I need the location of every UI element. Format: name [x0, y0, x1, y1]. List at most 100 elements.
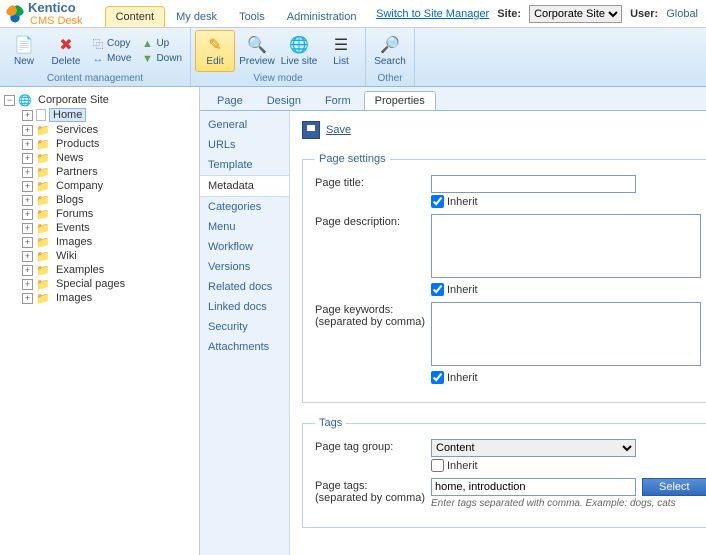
expand-icon[interactable]: + — [22, 153, 33, 164]
side-item-categories[interactable]: Categories — [200, 197, 289, 217]
tree-node[interactable]: +📁Services — [22, 123, 195, 137]
subtab-design[interactable]: Design — [256, 91, 312, 110]
page-desc-inherit-checkbox[interactable] — [431, 283, 444, 296]
search-icon: 🔎 — [380, 35, 400, 55]
page-keywords-inherit[interactable]: Inherit — [431, 371, 701, 384]
side-item-versions[interactable]: Versions — [200, 257, 289, 277]
up-icon: ▲ — [141, 38, 153, 50]
expand-icon[interactable]: + — [22, 293, 33, 304]
ribbon-group-view-mode: ✎Edit 🔍Preview 🌐Live site ☰List View mod… — [191, 28, 366, 86]
list-icon: ☰ — [331, 35, 351, 55]
tree-node[interactable]: +📁Images — [22, 235, 195, 249]
page-desc-input[interactable] — [431, 214, 701, 278]
tab-content[interactable]: Content — [105, 6, 166, 27]
list-button[interactable]: ☰List — [321, 30, 361, 72]
move-button[interactable]: ↔Move — [88, 52, 135, 66]
switch-to-site-manager-link[interactable]: Switch to Site Manager — [376, 8, 489, 20]
tree-node[interactable]: +Home — [22, 107, 195, 123]
folder-icon: 📁 — [36, 138, 50, 150]
side-item-general[interactable]: General — [200, 115, 289, 135]
folder-icon: 📁 — [36, 222, 50, 234]
side-item-attachments[interactable]: Attachments — [200, 337, 289, 357]
select-tags-button[interactable]: Select — [642, 478, 706, 496]
folder-icon: 📁 — [36, 236, 50, 248]
tab-my-desk[interactable]: My desk — [165, 6, 228, 27]
doc-icon — [36, 109, 46, 121]
expand-icon[interactable]: + — [22, 195, 33, 206]
expand-icon[interactable]: + — [22, 167, 33, 178]
expand-icon[interactable]: + — [22, 265, 33, 276]
site-select[interactable]: Corporate Site — [529, 5, 622, 23]
tag-group-inherit-checkbox[interactable] — [431, 459, 444, 472]
tree-label: News — [53, 152, 87, 164]
side-item-workflow[interactable]: Workflow — [200, 237, 289, 257]
tags-legend: Tags — [315, 417, 346, 429]
copy-button[interactable]: ⿻Copy — [88, 37, 135, 51]
tags-fieldset: Tags Page tag group: Content Inherit Pag… — [302, 417, 706, 528]
tree-node[interactable]: +📁Forums — [22, 207, 195, 221]
tree-label: Images — [53, 292, 95, 304]
pencil-icon: ✎ — [205, 35, 225, 55]
side-item-template[interactable]: Template — [200, 155, 289, 175]
side-item-related-docs[interactable]: Related docs — [200, 277, 289, 297]
tab-tools[interactable]: Tools — [228, 6, 276, 27]
save-link[interactable]: Save — [326, 124, 351, 136]
expand-icon[interactable]: + — [22, 223, 33, 234]
page-title-input[interactable] — [431, 175, 636, 193]
side-item-metadata[interactable]: Metadata — [200, 175, 289, 197]
side-item-linked-docs[interactable]: Linked docs — [200, 297, 289, 317]
tag-group-select[interactable]: Content — [431, 439, 636, 457]
expand-icon[interactable]: + — [22, 139, 33, 150]
ribbon: 📄New ✖Delete ⿻Copy ↔Move ▲Up ▼Down Conte… — [0, 28, 706, 87]
delete-button[interactable]: ✖Delete — [46, 30, 86, 72]
search-button[interactable]: 🔎Search — [370, 30, 410, 72]
page-settings-legend: Page settings — [315, 153, 390, 165]
tree-node[interactable]: +📁News — [22, 151, 195, 165]
subtab-form[interactable]: Form — [314, 91, 362, 110]
tree-label: Forums — [53, 208, 96, 220]
tree-node[interactable]: +📁Partners — [22, 165, 195, 179]
page-keywords-input[interactable] — [431, 302, 701, 366]
logo-icon — [6, 5, 24, 23]
tag-group-inherit[interactable]: Inherit — [431, 459, 706, 472]
live-site-button[interactable]: 🌐Live site — [279, 30, 319, 72]
collapse-icon[interactable]: − — [4, 95, 15, 106]
side-item-security[interactable]: Security — [200, 317, 289, 337]
expand-icon[interactable]: + — [22, 279, 33, 290]
tree-node[interactable]: +📁Blogs — [22, 193, 195, 207]
tab-administration[interactable]: Administration — [276, 6, 368, 27]
tree-node[interactable]: +📁Special pages — [22, 277, 195, 291]
down-button[interactable]: ▼Down — [137, 52, 186, 66]
tree-node[interactable]: +📁Company — [22, 179, 195, 193]
expand-icon[interactable]: + — [22, 110, 33, 121]
page-tags-input[interactable] — [431, 478, 636, 496]
edit-button[interactable]: ✎Edit — [195, 30, 235, 72]
tree-node[interactable]: +📁Wiki — [22, 249, 195, 263]
page-title-inherit[interactable]: Inherit — [431, 195, 701, 208]
side-item-urls[interactable]: URLs — [200, 135, 289, 155]
tree-root-node[interactable]: − 🌐 Corporate Site — [4, 93, 195, 107]
side-item-menu[interactable]: Menu — [200, 217, 289, 237]
folder-icon: 📁 — [36, 292, 50, 304]
up-button[interactable]: ▲Up — [137, 37, 186, 51]
subtab-page[interactable]: Page — [206, 91, 254, 110]
page-desc-label: Page description: — [315, 214, 431, 228]
expand-icon[interactable]: + — [22, 237, 33, 248]
page-desc-inherit[interactable]: Inherit — [431, 283, 701, 296]
expand-icon[interactable]: + — [22, 209, 33, 220]
expand-icon[interactable]: + — [22, 125, 33, 136]
tree-label: Company — [53, 180, 106, 192]
folder-icon: 📁 — [36, 264, 50, 276]
page-title-inherit-checkbox[interactable] — [431, 195, 444, 208]
subtab-properties[interactable]: Properties — [364, 91, 436, 110]
preview-button[interactable]: 🔍Preview — [237, 30, 277, 72]
expand-icon[interactable]: + — [22, 181, 33, 192]
page-settings-fieldset: Page settings Page title: Inherit Page d… — [302, 153, 706, 403]
tree-node[interactable]: +📁Events — [22, 221, 195, 235]
new-button[interactable]: 📄New — [4, 30, 44, 72]
expand-icon[interactable]: + — [22, 251, 33, 262]
tree-node[interactable]: +📁Images — [22, 291, 195, 305]
page-keywords-inherit-checkbox[interactable] — [431, 371, 444, 384]
tree-node[interactable]: +📁Examples — [22, 263, 195, 277]
tree-node[interactable]: +📁Products — [22, 137, 195, 151]
